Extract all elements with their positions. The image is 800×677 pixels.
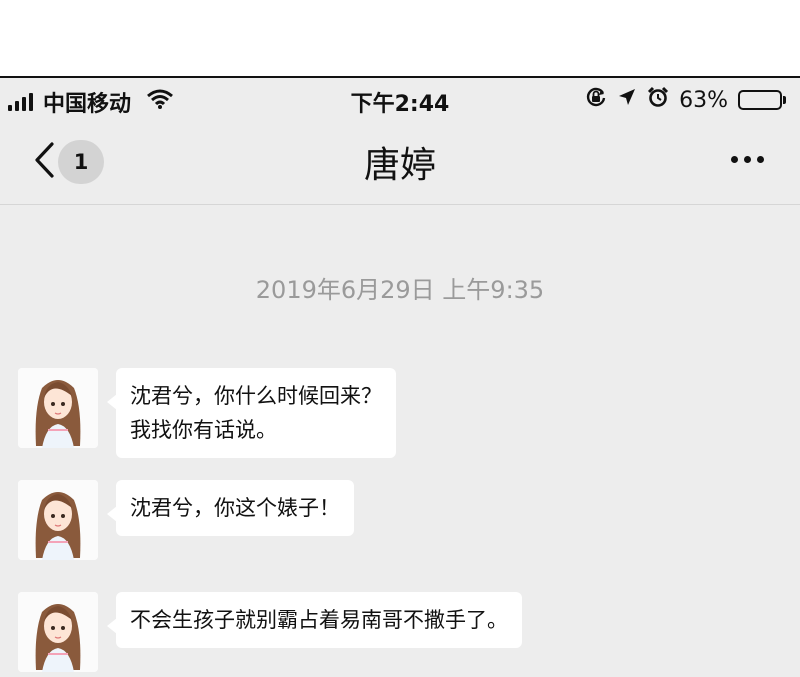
battery-percent: 63% [679,87,728,113]
chat-timestamp: 2019年6月29日 上午9:35 [255,276,545,304]
more-options-button[interactable] [731,150,764,169]
contact-avatar-image [18,368,98,448]
contact-avatar-image [18,592,98,672]
signal-icon [8,93,33,111]
wifi-icon [147,89,173,115]
battery-icon [738,90,786,110]
status-bar: 中国移动 下午2:44 63% [0,78,800,120]
avatar[interactable] [18,368,98,448]
message-bubble[interactable]: 不会生孩子就别霸占着易南哥不撒手了。 [107,592,522,648]
avatar[interactable] [18,592,98,672]
orientation-lock-icon [585,86,607,114]
message-row: 不会生孩子就别霸占着易南哥不撒手了。 [18,592,522,672]
message-bubble[interactable]: 沈君兮，你这个婊子！ [107,480,354,536]
message-text: 沈君兮，你这个婊子！ [130,496,340,520]
phone-screen: 中国移动 下午2:44 63% 1 唐婷 2019年6月29日 上午9:35 沈… [0,76,800,677]
alarm-icon [647,86,669,114]
chat-title: 唐婷 [363,145,436,186]
carrier-name: 中国移动 [43,92,132,117]
message-text: 我找你有话说。 [130,418,277,442]
message-text: 沈君兮，你什么时候回来？ [130,384,382,408]
message-text: 不会生孩子就别霸占着易南哥不撒手了。 [130,608,508,632]
location-icon [617,87,637,113]
message-row: 沈君兮，你这个婊子！ [18,480,354,560]
status-bar-right: 63% [585,86,786,114]
message-bubble[interactable]: 沈君兮，你什么时候回来？ 我找你有话说。 [107,368,396,458]
contact-avatar-image [18,480,98,560]
avatar[interactable] [18,480,98,560]
message-row: 沈君兮，你什么时候回来？ 我找你有话说。 [18,368,396,458]
more-dots-icon [731,156,738,163]
status-bar-left: 中国移动 [8,86,173,118]
chat-nav-bar: 1 唐婷 [0,120,800,205]
